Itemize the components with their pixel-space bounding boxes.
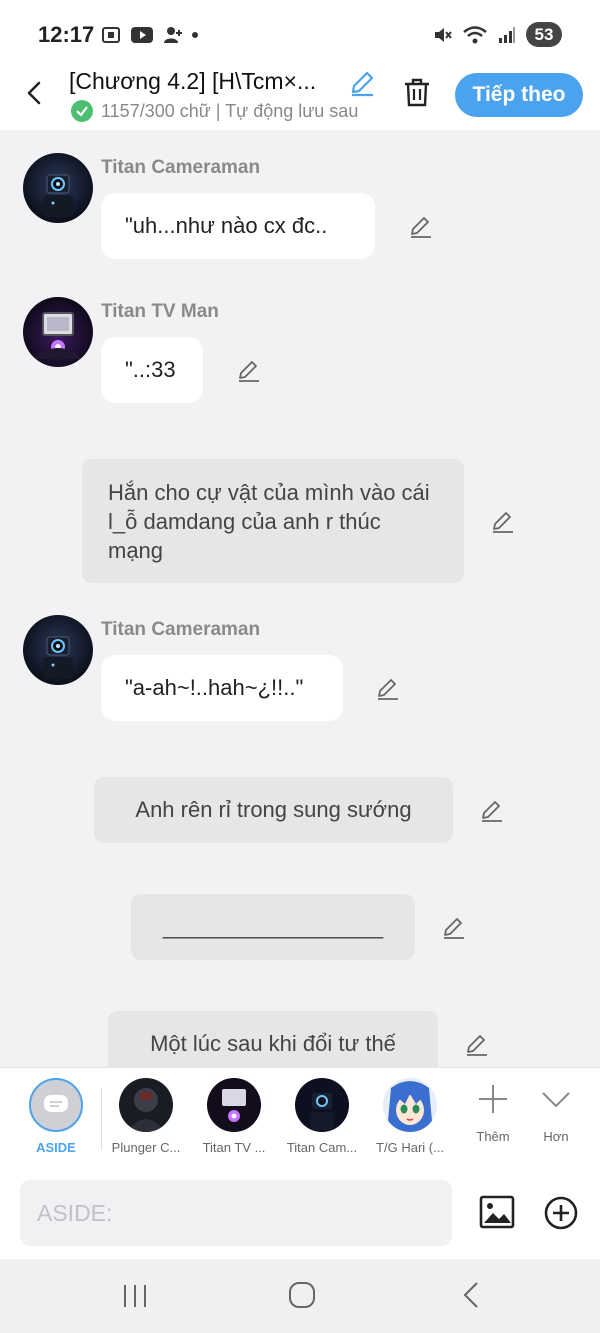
message-input[interactable] (20, 1180, 452, 1246)
message-input-bar (0, 1169, 600, 1259)
aside-speech-icon (44, 1095, 68, 1112)
message-bubble[interactable]: "a-ah~!..hah~¿!!.." (101, 655, 343, 721)
recent-apps-icon (124, 1285, 146, 1307)
edit-pencil-icon (239, 361, 259, 382)
character-label: Titan Cam... (286, 1140, 358, 1155)
battery-indicator: 53 (526, 22, 562, 47)
character-label: T/G Hari (... (376, 1140, 444, 1155)
insert-image-button[interactable] (478, 1193, 516, 1231)
avatar-titan-cameraman[interactable] (23, 153, 93, 223)
edit-title-button[interactable] (347, 68, 377, 98)
trash-icon (405, 78, 429, 107)
chevron-down-icon (542, 1092, 570, 1108)
autosave-text: 1157/300 chữ | Tự động lưu sau (101, 100, 359, 121)
edit-pencil-icon (351, 71, 374, 97)
edit-pencil-icon (444, 918, 464, 939)
aside-avatar (29, 1078, 83, 1132)
youtube-icon (131, 27, 153, 43)
cameraman-avatar-image (23, 615, 93, 685)
message-sender: Titan Cameraman (101, 157, 261, 178)
edit-message-button[interactable] (464, 1032, 490, 1058)
recent-apps-button[interactable] (120, 1281, 150, 1311)
mute-icon (435, 27, 452, 42)
cameraman-avatar-image (23, 153, 93, 223)
more-characters-button[interactable]: Hơn (514, 1082, 598, 1144)
aside-bubble[interactable]: Anh rên rỉ trong sung sướng (94, 777, 453, 843)
message-sender: Titan TV Man (101, 301, 219, 322)
edit-pencil-icon (467, 1035, 487, 1056)
check-icon (71, 100, 93, 122)
image-icon (479, 1195, 515, 1229)
plus-icon (479, 1085, 507, 1113)
chapter-title[interactable]: [Chương 4.2] [H\Tcm×... (69, 68, 341, 95)
aside-bubble[interactable]: Hắn cho cự vật của mình vào cái l_ỗ damd… (82, 459, 464, 583)
back-arrow-icon (27, 81, 41, 105)
edit-message-button[interactable] (490, 509, 516, 535)
system-back-button[interactable] (457, 1280, 487, 1310)
edit-message-button[interactable] (408, 214, 434, 240)
home-icon (289, 1282, 315, 1308)
edit-pencil-icon (411, 217, 431, 238)
plunger-avatar (119, 1078, 173, 1132)
titan-tv-avatar (207, 1078, 261, 1132)
editor-header: [Chương 4.2] [H\Tcm×... 1157/300 chữ | T… (0, 68, 600, 130)
screenshot-icon (102, 27, 120, 43)
character-label: ASIDE (36, 1140, 76, 1155)
status-time: 12:17 (38, 22, 95, 47)
character-plunger[interactable]: Plunger C... (104, 1078, 188, 1155)
autosave-status: 1157/300 chữ | Tự động lưu sau (71, 100, 377, 122)
add-content-button[interactable] (543, 1195, 579, 1231)
signal-icon (499, 26, 515, 43)
character-titan-tv[interactable]: Titan TV ... (192, 1078, 276, 1155)
status-bar: 12:17 53 (0, 0, 600, 68)
edit-pencil-icon (493, 512, 513, 533)
status-notification-icons (100, 24, 198, 46)
person-add-icon (164, 27, 182, 43)
aside-bubble[interactable]: __________________ (131, 894, 415, 960)
character-titan-cameraman[interactable]: Titan Cam... (280, 1078, 364, 1155)
message-bubble[interactable]: "uh...như nào cx đc.. (101, 193, 375, 259)
titan-cameraman-avatar (295, 1078, 349, 1132)
delete-button[interactable] (402, 76, 432, 108)
character-label: Titan TV ... (202, 1140, 266, 1155)
edit-pencil-icon (378, 679, 398, 700)
character-selector-bar: ASIDE Plunger C... Titan TV ... Titan Ca… (0, 1067, 600, 1169)
system-navigation-bar (0, 1259, 600, 1333)
edit-message-button[interactable] (375, 676, 401, 702)
back-button[interactable] (20, 78, 50, 108)
edit-message-button[interactable] (479, 798, 505, 824)
character-aside[interactable]: ASIDE (14, 1078, 98, 1155)
status-system-icons: 53 (432, 22, 562, 47)
edit-message-button[interactable] (441, 915, 467, 941)
character-label: Plunger C... (111, 1140, 181, 1155)
tg-hari-avatar (383, 1078, 437, 1132)
next-button[interactable]: Tiếp theo (455, 73, 583, 117)
divider (101, 1088, 102, 1150)
plus-circle-icon (544, 1196, 578, 1230)
message-sender: Titan Cameraman (101, 619, 261, 640)
wifi-icon (463, 25, 487, 43)
character-tg-hari[interactable]: T/G Hari (... (368, 1078, 452, 1155)
tvman-avatar-image (23, 297, 93, 367)
avatar-titan-cameraman[interactable] (23, 615, 93, 685)
edit-pencil-icon (482, 801, 502, 822)
home-button[interactable] (287, 1280, 317, 1310)
message-bubble[interactable]: "..:33 (101, 337, 203, 403)
dot-icon (192, 32, 198, 38)
more-label: Hơn (543, 1129, 569, 1144)
edit-message-button[interactable] (236, 358, 262, 384)
avatar-titan-tv-man[interactable] (23, 297, 93, 367)
back-icon (463, 1282, 478, 1308)
